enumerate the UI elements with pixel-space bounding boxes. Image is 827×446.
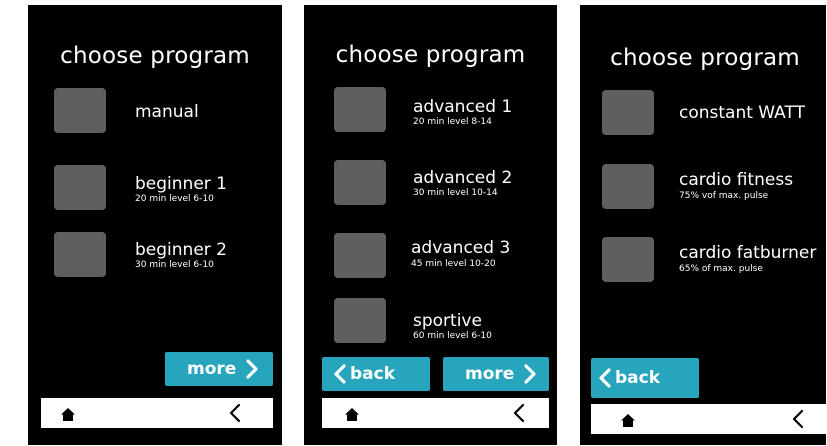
program-name: beginner 1 bbox=[135, 174, 227, 194]
program-tile[interactable] bbox=[602, 90, 654, 135]
program-tile[interactable] bbox=[602, 164, 654, 209]
program-detail: 30 min level 6-10 bbox=[135, 260, 214, 270]
program-name: advanced 2 bbox=[413, 168, 513, 188]
program-detail: 20 min level 8-14 bbox=[413, 117, 492, 127]
nav-bar bbox=[41, 398, 273, 428]
back-button-label: back bbox=[615, 368, 661, 388]
program-name: advanced 3 bbox=[411, 238, 511, 258]
nav-bar bbox=[591, 404, 826, 434]
program-name: sportive bbox=[413, 311, 482, 331]
program-tile[interactable] bbox=[334, 160, 386, 205]
page-title: choose program bbox=[60, 43, 250, 69]
home-icon[interactable] bbox=[61, 406, 75, 425]
program-detail: 20 min level 6-10 bbox=[135, 194, 214, 204]
more-button-label: more bbox=[465, 364, 515, 384]
nav-bar bbox=[322, 398, 549, 428]
chevron-left-icon[interactable] bbox=[229, 403, 241, 427]
program-name: constant WATT bbox=[679, 103, 805, 123]
more-button-label: more bbox=[187, 359, 237, 379]
page-title: choose program bbox=[610, 45, 800, 71]
program-name: cardio fitness bbox=[679, 170, 794, 190]
more-button[interactable]: more bbox=[443, 357, 549, 391]
chevron-right-icon bbox=[524, 364, 536, 384]
program-detail: 60 min level 6-10 bbox=[413, 331, 492, 341]
program-tile[interactable] bbox=[334, 233, 386, 278]
home-icon[interactable] bbox=[345, 406, 359, 425]
program-name: cardio fatburner bbox=[679, 243, 817, 263]
program-detail: 65% of max. pulse bbox=[679, 264, 763, 274]
more-button[interactable]: more bbox=[165, 352, 273, 386]
program-tile[interactable] bbox=[54, 88, 106, 133]
program-detail: 45 min level 10-20 bbox=[411, 259, 496, 269]
program-name: advanced 1 bbox=[413, 97, 513, 117]
back-button[interactable]: back bbox=[591, 358, 699, 398]
back-button-label: back bbox=[350, 364, 396, 384]
home-icon[interactable] bbox=[621, 412, 635, 431]
program-detail: 30 min level 10-14 bbox=[413, 188, 498, 198]
back-button[interactable]: back bbox=[322, 357, 430, 391]
chevron-left-icon[interactable] bbox=[792, 409, 804, 433]
program-detail: 75% vof max. pulse bbox=[679, 191, 769, 201]
screen-2: choose program advanced 1 20 min level 8… bbox=[304, 5, 557, 445]
program-tile[interactable] bbox=[334, 87, 386, 132]
program-tile[interactable] bbox=[602, 237, 654, 282]
program-tile[interactable] bbox=[334, 298, 386, 343]
chevron-right-icon bbox=[246, 359, 258, 379]
page-title: choose program bbox=[335, 42, 526, 68]
program-tile[interactable] bbox=[54, 165, 106, 210]
chevron-left-icon bbox=[599, 368, 611, 388]
screen-3: choose program constant WATT cardio fitn… bbox=[580, 5, 826, 445]
chevron-left-icon[interactable] bbox=[513, 403, 525, 427]
program-name: beginner 2 bbox=[135, 240, 227, 260]
program-name: manual bbox=[135, 102, 199, 122]
chevron-left-icon bbox=[334, 364, 346, 384]
program-tile[interactable] bbox=[54, 232, 106, 277]
screen-1: choose program manual beginner 1 20 min … bbox=[28, 5, 282, 445]
